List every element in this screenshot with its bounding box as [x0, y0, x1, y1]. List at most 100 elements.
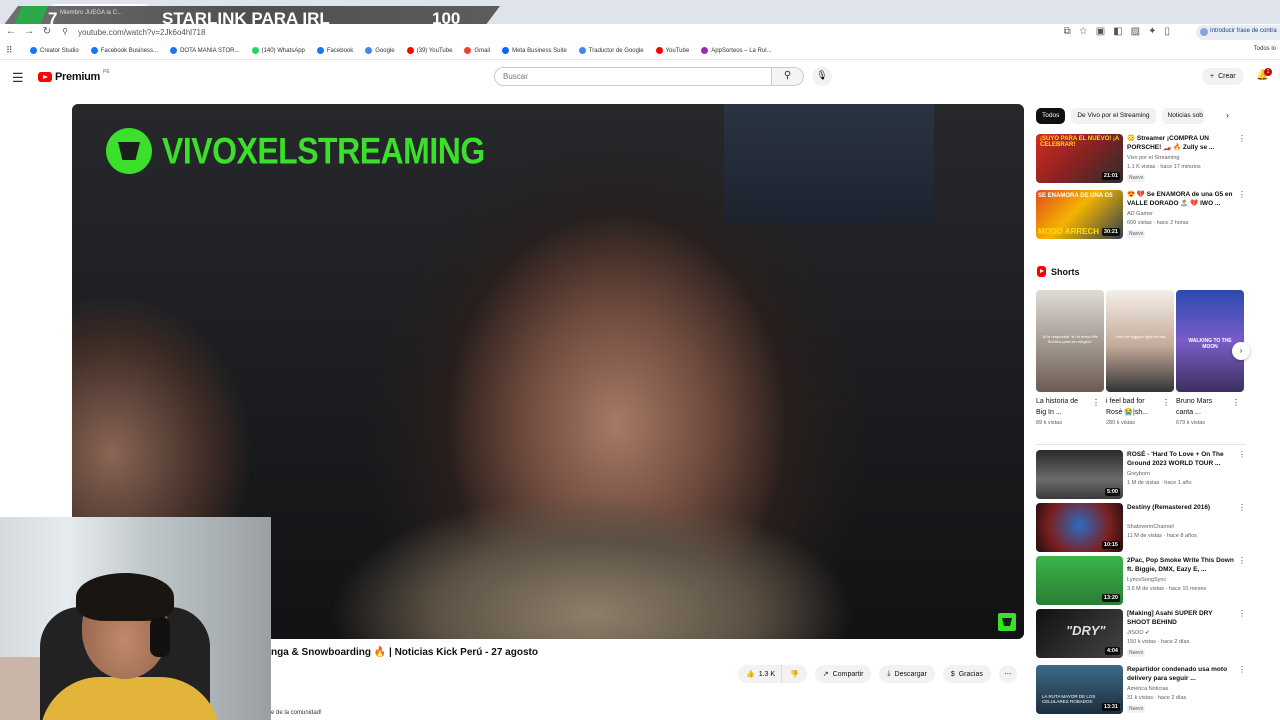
- video-title[interactable]: 2Pac, Pop Smoke Write This Down ft. Bigg…: [1127, 556, 1237, 574]
- more-vertical-icon[interactable]: ⋮: [1238, 450, 1246, 459]
- youtube-play-icon: [38, 72, 52, 82]
- reload-icon[interactable]: ↻: [40, 26, 54, 37]
- short-item[interactable]: WALKING TO THE MOON Bruno Mars canta ...…: [1176, 290, 1244, 435]
- more-vertical-icon[interactable]: ⋮: [1238, 609, 1246, 618]
- profile-button[interactable]: Introducir frase de contra: [1196, 25, 1280, 40]
- channel-name[interactable]: JISOO ✔: [1127, 630, 1150, 636]
- extension-icon[interactable]: ▨: [1131, 26, 1140, 37]
- bookmark-item[interactable]: Meta Business Suite: [502, 47, 567, 54]
- short-thumbnail[interactable]: i feel the biggest fight for lisa: [1106, 290, 1174, 392]
- chip-news[interactable]: Noticias sob: [1161, 108, 1204, 124]
- short-item[interactable]: i feel the biggest fight for lisa i feel…: [1106, 290, 1174, 435]
- video-thumbnail[interactable]: 10:15: [1036, 503, 1123, 552]
- more-vertical-icon[interactable]: ⋮: [1092, 398, 1100, 407]
- bookmark-item[interactable]: Facebook: [316, 47, 353, 54]
- recommended-video[interactable]: "DRY" 4:04 [Making] Asahi SUPER DRY SHOO…: [1036, 609, 1246, 659]
- back-icon[interactable]: ←: [4, 26, 18, 37]
- puzzle-icon[interactable]: ✦: [1148, 26, 1156, 37]
- bookmark-item[interactable]: AppSorteos – La Rul...: [701, 47, 772, 54]
- watermark-text: VIVOXELSTREAMING: [162, 129, 485, 172]
- sidebar-icon[interactable]: ▯: [1164, 26, 1170, 37]
- video-thumbnail[interactable]: SE ENAMORA DE UNA G5 MODO ARRECH 30:21: [1036, 190, 1123, 239]
- bookmark-item[interactable]: (39) YouTube: [406, 47, 452, 54]
- youtube-logo[interactable]: Premium PE: [38, 69, 110, 83]
- shorts-next-button[interactable]: ›: [1232, 342, 1250, 360]
- bookmark-item[interactable]: DOTA MANIA STOR...: [170, 47, 240, 54]
- video-title[interactable]: Repartidor condenado usa moto delivery p…: [1127, 665, 1237, 683]
- bookmark-star-icon[interactable]: ☆: [1079, 26, 1088, 37]
- forward-icon[interactable]: →: [22, 26, 36, 37]
- menu-icon[interactable]: ☰: [12, 70, 24, 86]
- corner-channel-icon[interactable]: [998, 613, 1016, 631]
- channel-name[interactable]: Greyborn: [1127, 471, 1150, 477]
- chip-channel[interactable]: De Vivo por el Streaming: [1071, 108, 1156, 124]
- search-button[interactable]: ⚲: [772, 67, 804, 86]
- recommended-video[interactable]: 10:15 Destiny (Remastered 2016) Shatover…: [1036, 503, 1246, 553]
- video-thumbnail[interactable]: 13:20: [1036, 556, 1123, 605]
- short-thumbnail[interactable]: Al la respuesta "si ud entra Mis Sueños …: [1036, 290, 1104, 392]
- more-vertical-icon[interactable]: ⋮: [1238, 665, 1246, 674]
- video-title[interactable]: [Making] Asahi SUPER DRY SHOOT BEHIND: [1127, 609, 1237, 627]
- more-vertical-icon[interactable]: ⋮: [1238, 503, 1246, 512]
- video-title[interactable]: Destiny (Remastered 2016): [1127, 503, 1237, 512]
- video-thumbnail[interactable]: "DRY" 4:04: [1036, 609, 1123, 658]
- more-vertical-icon[interactable]: ⋮: [1238, 134, 1246, 143]
- more-vertical-icon[interactable]: ⋮: [1238, 556, 1246, 565]
- new-badge: Nuevo: [1127, 174, 1146, 182]
- recommended-video[interactable]: SE ENAMORA DE UNA G5 MODO ARRECH 30:21 😍…: [1036, 190, 1246, 240]
- channel-name[interactable]: América Noticias: [1127, 686, 1168, 692]
- channel-name[interactable]: Vivo por el Streaming: [1127, 155, 1179, 161]
- channel-name[interactable]: AD Gamer: [1127, 211, 1153, 217]
- short-thumbnail[interactable]: WALKING TO THE MOON: [1176, 290, 1244, 392]
- more-actions-button[interactable]: ⋯: [998, 665, 1017, 683]
- bookmark-item[interactable]: Traductor de Google: [578, 47, 644, 54]
- recommended-video[interactable]: ¡SUYO PARA EL NUEVO! ¡A CELEBRAR! 21:01 …: [1036, 134, 1246, 184]
- short-item[interactable]: Al la respuesta "si ud entra Mis Sueños …: [1036, 290, 1104, 435]
- search-input[interactable]: Buscar: [494, 67, 772, 86]
- bookmark-item[interactable]: YouTube: [655, 47, 689, 54]
- bookmark-item[interactable]: (140) WhatsApp: [251, 47, 305, 54]
- more-vertical-icon[interactable]: ⋮: [1162, 398, 1170, 407]
- shorts-heading: Shorts: [1037, 266, 1080, 277]
- url-field[interactable]: youtube.com/watch?v=2Jk6o4hl718: [78, 28, 205, 37]
- share-button[interactable]: ↗ Compartir: [814, 665, 872, 683]
- install-icon[interactable]: ⧉: [1064, 26, 1071, 37]
- video-thumbnail[interactable]: ¡SUYO PARA EL NUEVO! ¡A CELEBRAR! 21:01: [1036, 134, 1123, 183]
- chevron-right-icon[interactable]: ›: [1226, 110, 1229, 120]
- dislike-button[interactable]: 👎: [781, 665, 807, 683]
- chevron-right-icon: ›: [1239, 346, 1243, 355]
- video-car-window: [724, 104, 934, 224]
- apps-grid-icon[interactable]: ⠿: [6, 45, 16, 56]
- recommended-video[interactable]: 13:20 2Pac, Pop Smoke Write This Down ft…: [1036, 556, 1246, 606]
- video-title[interactable]: ROSÉ - 'Hard To Love + On The Ground 202…: [1127, 450, 1237, 468]
- create-button[interactable]: + Crear: [1202, 68, 1244, 85]
- all-bookmarks-link[interactable]: Todos lo: [1254, 46, 1276, 52]
- chip-all[interactable]: Todos: [1036, 108, 1066, 124]
- channel-name[interactable]: ShatoverinChannel: [1127, 524, 1174, 530]
- short-title[interactable]: La historia de Big In ...: [1036, 396, 1090, 418]
- bookmark-favicon-icon: [464, 47, 472, 54]
- thanks-button[interactable]: $ Gracias: [942, 665, 991, 683]
- short-title[interactable]: i feel bad for Rosé 😭|sh...: [1106, 396, 1160, 418]
- channel-name[interactable]: LyricsSongSync: [1127, 577, 1166, 583]
- video-thumbnail[interactable]: LA RUTA MAYOR DE LOS CELULARES ROBADOS 1…: [1036, 665, 1123, 714]
- like-button[interactable]: 👍 1.3 K: [738, 665, 782, 683]
- download-button[interactable]: ⤓ Descargar: [879, 665, 935, 683]
- bookmark-item[interactable]: Gmail: [464, 47, 490, 54]
- short-title[interactable]: Bruno Mars canta ...: [1176, 396, 1230, 418]
- more-vertical-icon[interactable]: ⋮: [1238, 190, 1246, 199]
- recommended-video[interactable]: LA RUTA MAYOR DE LOS CELULARES ROBADOS 1…: [1036, 665, 1246, 715]
- video-title[interactable]: 😍 💔 Se ENAMORA de una G5 en VALLE DORADO…: [1127, 190, 1237, 208]
- bookmark-favicon-icon: [251, 47, 259, 54]
- bookmark-item[interactable]: Creator Studio: [30, 47, 79, 54]
- more-vertical-icon[interactable]: ⋮: [1232, 398, 1240, 407]
- recommended-video[interactable]: 5:00 ROSÉ - 'Hard To Love + On The Groun…: [1036, 450, 1246, 500]
- video-title[interactable]: 😳 Streamer ¡COMPRA UN PORSCHE! 🏎️ 🔥 Zull…: [1127, 134, 1237, 152]
- voice-search-button[interactable]: 🎙: [812, 67, 832, 86]
- video-thumbnail[interactable]: 5:00: [1036, 450, 1123, 499]
- extension-icon[interactable]: ◧: [1113, 26, 1122, 37]
- extension-icon[interactable]: ▣: [1096, 26, 1105, 37]
- site-info-icon[interactable]: ⚲: [58, 27, 72, 36]
- bookmark-item[interactable]: Facebook Business...: [90, 47, 158, 54]
- bookmark-item[interactable]: Google: [365, 47, 395, 54]
